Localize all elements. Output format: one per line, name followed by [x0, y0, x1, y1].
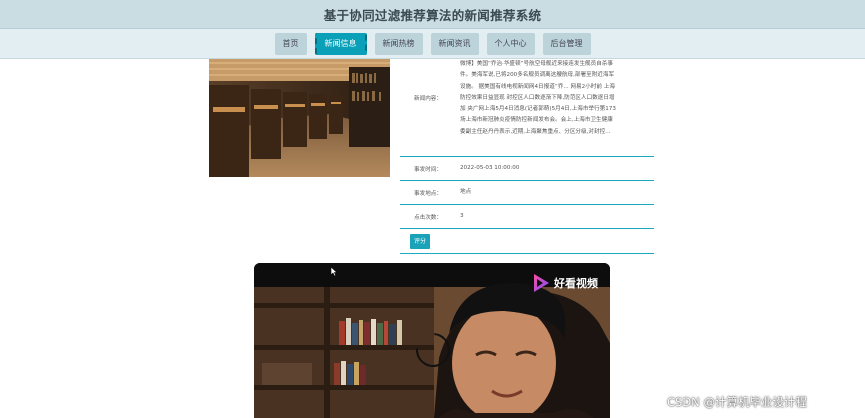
news-detail-table: 新闻内容： 微博】美国“乔治·华盛顿”号航空母舰近来接连发生舰员自杀事 件。美海… [400, 59, 654, 254]
time-label: 事发时间： [414, 166, 442, 173]
play-logo-icon [534, 274, 549, 292]
title-bar: 基于协同过滤推荐算法的新闻推荐系统 [0, 0, 865, 29]
video-brand: 好看视频 [532, 273, 598, 293]
content-line: 委副主任赵丹丹表示,近期,上海聚焦重点、分区分级,对封控... [460, 128, 611, 135]
news-image [209, 59, 390, 177]
time-row: 事发时间： 2022-05-03 10:00:00 [400, 157, 654, 181]
nav-item-hot-news[interactable]: 新闻热榜 [374, 32, 423, 55]
nav-item-news-articles[interactable]: 新闻资讯 [430, 32, 479, 55]
place-value: 地点 [460, 189, 472, 195]
video-brand-name: 好看视频 [554, 277, 598, 290]
content-line: 微博】美国“乔治·华盛顿”号航空母舰近来接连发生舰员自杀事 [460, 61, 614, 67]
content-line: 件。美海军说,已将200多名舰员调离这艘航母,部署至附近海军 [460, 72, 615, 79]
app-title: 基于协同过滤推荐算法的新闻推荐系统 [323, 7, 542, 23]
place-row: 事发地点： 地点 [400, 181, 654, 205]
nav-item-home[interactable]: 首页 [274, 32, 307, 55]
nav-item-news-info[interactable]: 新闻信息 [314, 32, 367, 55]
content-row: 新闻内容： 微博】美国“乔治·华盛顿”号航空母舰近来接连发生舰员自杀事 件。美海… [400, 59, 654, 157]
mouse-cursor-icon [331, 267, 338, 277]
clicks-label: 点击次数： [414, 214, 442, 221]
rate-button[interactable]: 评分 [410, 233, 431, 249]
content-text: 微博】美国“乔治·华盛顿”号航空母舰近来接连发生舰员自杀事 件。美海军说,已将2… [456, 59, 654, 156]
csdn-watermark: CSDN @计算机毕业设计程 [667, 395, 807, 409]
content-label: 新闻内容： [414, 96, 442, 102]
content-line: 加 央广网上海5月4日消息(记者郭萌)5月4日,上海市举行第173 [460, 106, 616, 113]
content-line: 设施。 据美国有线电视新闻网4日报道“乔... 网易2小时前 上海 [460, 83, 615, 90]
time-value: 2022-05-03 10:00:00 [460, 165, 520, 171]
rate-row: 评分 [400, 229, 654, 254]
clicks-value: 3 [460, 213, 464, 219]
place-label: 事发地点： [414, 190, 442, 197]
main-nav: 首页 新闻信息 新闻热榜 新闻资讯 个人中心 后台管理 [0, 29, 865, 59]
clicks-row: 点击次数： 3 [400, 205, 654, 229]
nav-item-user-center[interactable]: 个人中心 [486, 32, 535, 55]
nav-item-admin[interactable]: 后台管理 [542, 32, 591, 55]
content-line: 场上海市新冠肺炎疫情防控新闻发布会。会上,上海市卫生健康 [460, 117, 613, 124]
content-line: 防控效果日益显现 封控区人口数逐渐下降,防范区人口数逐日增 [460, 94, 615, 101]
